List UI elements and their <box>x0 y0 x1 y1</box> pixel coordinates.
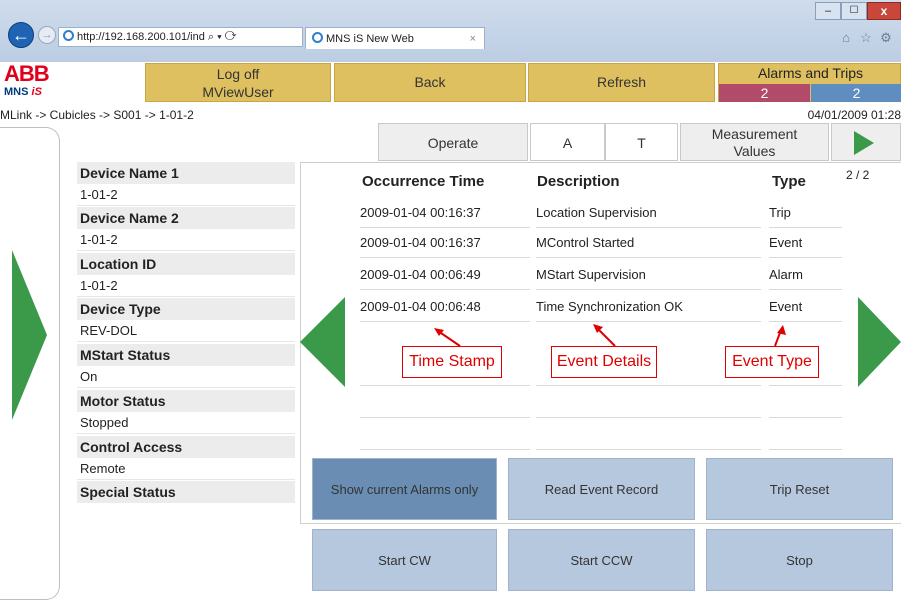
info-label-control-access: Control Access <box>77 436 295 458</box>
empty-row-cell <box>769 388 842 418</box>
info-label-device-name-2: Device Name 2 <box>77 207 295 229</box>
tab-measurement-line2: Values <box>733 143 776 159</box>
breadcrumb[interactable]: MLink -> Cubicles -> S001 -> 1-01-2 <box>0 107 500 123</box>
column-header-type: Type <box>772 173 806 190</box>
browser-back-button[interactable]: ← <box>8 22 34 48</box>
event-type-cell: Event <box>769 228 842 258</box>
favorites-star-icon[interactable]: ☆ <box>858 30 874 46</box>
info-value-device-name-1: 1-01-2 <box>77 184 295 206</box>
address-text: http://192.168.200.101/ind <box>77 31 205 43</box>
info-label-location-id: Location ID <box>77 253 295 275</box>
alarms-trips-button[interactable]: Alarms and Trips 2 2 <box>718 63 901 102</box>
event-type-cell: Alarm <box>769 260 842 290</box>
event-type-cell: Trip <box>769 198 842 228</box>
info-value-motor-status: Stopped <box>77 412 295 434</box>
info-label-special-status: Special Status <box>77 481 295 503</box>
empty-row-cell <box>536 388 761 418</box>
column-header-description: Description <box>537 173 620 190</box>
info-value-location-id: 1-01-2 <box>77 275 295 297</box>
event-description-cell: Time Synchronization OK <box>536 292 761 322</box>
nav-right-arrow-icon[interactable] <box>12 250 47 420</box>
trip-reset-button[interactable]: Trip Reset <box>706 458 893 520</box>
alarms-trips-title: Alarms and Trips <box>757 65 864 81</box>
tab-operate[interactable]: Operate <box>378 123 528 161</box>
alarm-count-badge[interactable]: 2 <box>719 84 810 102</box>
empty-row-cell <box>769 420 842 450</box>
window-close-button[interactable]: x <box>867 2 901 20</box>
event-time-cell: 2009-01-04 00:16:37 <box>360 198 530 228</box>
event-time-cell: 2009-01-04 00:06:49 <box>360 260 530 290</box>
event-type-cell: Event <box>769 292 842 322</box>
arrow-right-icon <box>854 131 874 155</box>
mns-logo: MNS iS <box>4 86 54 100</box>
home-icon[interactable]: ⌂ <box>838 30 854 46</box>
empty-row-cell <box>360 388 530 418</box>
info-label-mstart-status: MStart Status <box>77 344 295 366</box>
tab-close-icon[interactable]: × <box>470 28 476 50</box>
ie-tab-icon <box>312 32 323 43</box>
tab-trips[interactable]: T <box>605 123 678 161</box>
start-cw-button[interactable]: Start CW <box>312 529 497 591</box>
back-button[interactable]: Back <box>334 63 526 102</box>
info-value-special-status <box>77 503 295 525</box>
event-time-cell: 2009-01-04 00:16:37 <box>360 228 530 258</box>
window-maximize-button[interactable]: ☐ <box>841 2 867 20</box>
previous-page-arrow-icon[interactable] <box>300 297 345 387</box>
next-page-arrow-icon[interactable] <box>858 297 901 387</box>
info-label-device-name-1: Device Name 1 <box>77 162 295 184</box>
tab-measurement-values[interactable]: Measurement Values <box>680 123 829 161</box>
info-label-device-type: Device Type <box>77 298 295 320</box>
trip-count-badge[interactable]: 2 <box>811 84 901 102</box>
tab-title: MNS iS New Web <box>326 33 414 45</box>
annotation-event-details: Event Details <box>551 346 657 378</box>
logoff-user: MViewUser <box>202 84 274 100</box>
event-time-cell: 2009-01-04 00:06:48 <box>360 292 530 322</box>
logoff-button[interactable]: Log off MViewUser <box>145 63 331 102</box>
tab-alarms[interactable]: A <box>530 123 605 161</box>
browser-tab[interactable]: MNS iS New Web × <box>305 27 485 49</box>
page-indicator: 2 / 2 <box>846 168 870 182</box>
abb-logo: ABB <box>4 61 50 86</box>
column-header-occurrence-time: Occurrence Time <box>362 173 485 190</box>
settings-gear-icon[interactable]: ⚙ <box>878 30 894 46</box>
info-value-mstart-status: On <box>77 366 295 388</box>
empty-row-cell <box>360 420 530 450</box>
stop-button[interactable]: Stop <box>706 529 893 591</box>
annotation-event-type: Event Type <box>725 346 819 378</box>
event-description-cell: MStart Supervision <box>536 260 761 290</box>
info-value-device-name-2: 1-01-2 <box>77 229 295 251</box>
window-minimize-button[interactable]: – <box>815 2 841 20</box>
tab-next-button[interactable] <box>831 123 901 161</box>
read-event-record-button[interactable]: Read Event Record <box>508 458 695 520</box>
event-description-cell: Location Supervision <box>536 198 761 228</box>
refresh-button[interactable]: Refresh <box>528 63 715 102</box>
ie-icon <box>63 30 74 41</box>
start-ccw-button[interactable]: Start CCW <box>508 529 695 591</box>
mns-logo-suffix: iS <box>31 86 42 98</box>
info-value-device-type: REV-DOL <box>77 320 295 342</box>
show-current-alarms-button[interactable]: Show current Alarms only <box>312 458 497 520</box>
current-timestamp: 04/01/2009 01:28 <box>807 108 901 122</box>
annotation-time-stamp: Time Stamp <box>402 346 502 378</box>
mns-logo-text: MNS <box>4 86 29 98</box>
info-value-control-access: Remote <box>77 458 295 480</box>
info-label-motor-status: Motor Status <box>77 390 295 412</box>
tab-measurement-line1: Measurement <box>711 126 798 142</box>
browser-forward-button[interactable]: → <box>38 26 56 44</box>
address-bar[interactable]: http://192.168.200.101/ind ⌕ ▾ ⟳ <box>58 27 303 47</box>
empty-row-cell <box>536 420 761 450</box>
event-description-cell: MControl Started <box>536 228 761 258</box>
logoff-label: Log off <box>216 66 260 82</box>
